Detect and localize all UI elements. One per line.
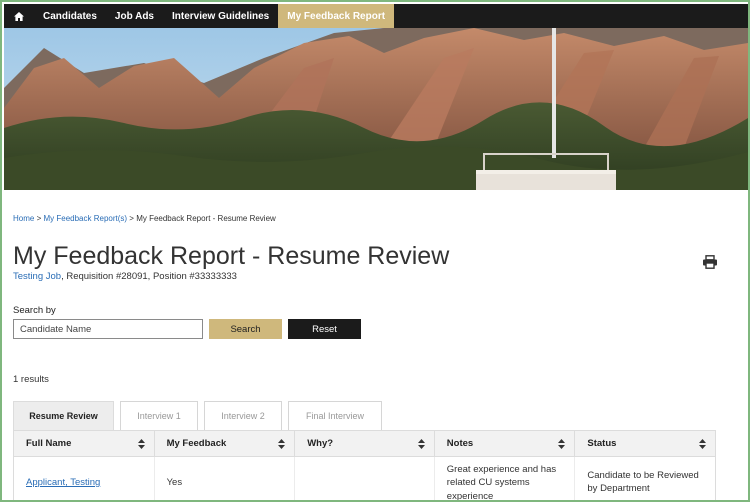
column-header-label: Status	[587, 438, 617, 449]
print-icon[interactable]	[702, 255, 718, 269]
browser-frame: Candidates Job Ads Interview Guidelines …	[0, 0, 750, 502]
sort-icon	[698, 438, 706, 449]
table-header: Full Name My Feedback Why? Notes Status	[14, 431, 715, 457]
cell-full-name: Applicant, Testing	[14, 457, 155, 500]
sort-icon	[137, 438, 145, 449]
cell-why	[295, 457, 435, 500]
column-header-label: Full Name	[26, 438, 72, 449]
home-icon	[14, 11, 24, 21]
sort-icon	[417, 438, 425, 449]
top-nav: Candidates Job Ads Interview Guidelines …	[4, 4, 748, 28]
column-header-notes[interactable]: Notes	[435, 431, 576, 456]
table-row: Applicant, Testing Yes Great experience …	[14, 457, 715, 500]
tab-interview-2[interactable]: Interview 2	[204, 401, 282, 430]
breadcrumb-current: My Feedback Report - Resume Review	[136, 214, 276, 223]
candidate-name-link[interactable]: Applicant, Testing	[26, 477, 100, 488]
search-label: Search by	[13, 305, 56, 316]
feedback-table: Full Name My Feedback Why? Notes Status	[13, 430, 716, 500]
breadcrumb: Home > My Feedback Report(s) > My Feedba…	[13, 214, 276, 223]
column-header-label: My Feedback	[166, 438, 227, 449]
breadcrumb-reports-link[interactable]: My Feedback Report(s)	[43, 214, 127, 223]
sort-icon	[278, 438, 286, 449]
cell-my-feedback: Yes	[155, 457, 296, 500]
column-header-my-feedback[interactable]: My Feedback	[155, 431, 296, 456]
breadcrumb-home-link[interactable]: Home	[13, 214, 34, 223]
tab-final-interview[interactable]: Final Interview	[288, 401, 382, 430]
column-header-why[interactable]: Why?	[295, 431, 435, 456]
column-header-label: Why?	[307, 438, 334, 449]
page-title: My Feedback Report - Resume Review	[13, 242, 450, 270]
nav-home[interactable]	[4, 4, 34, 28]
nav-interview-guidelines[interactable]: Interview Guidelines	[163, 4, 278, 28]
nav-my-feedback-report[interactable]: My Feedback Report	[278, 4, 395, 28]
nav-candidates[interactable]: Candidates	[34, 4, 106, 28]
job-details: , Requisition #28091, Position #33333333	[61, 271, 237, 282]
search-button[interactable]: Search	[209, 319, 282, 339]
review-tabs: Resume Review Interview 1 Interview 2 Fi…	[13, 401, 388, 430]
job-link[interactable]: Testing Job	[13, 271, 61, 282]
sort-icon	[558, 438, 566, 449]
candidate-search-input[interactable]	[13, 319, 203, 339]
cell-notes: Great experience and has related CU syst…	[435, 457, 576, 500]
job-subtitle: Testing Job, Requisition #28091, Positio…	[13, 271, 237, 282]
nav-job-ads[interactable]: Job Ads	[106, 4, 163, 28]
header-banner-image	[4, 28, 748, 190]
column-header-status[interactable]: Status	[575, 431, 715, 456]
breadcrumb-separator: >	[127, 214, 137, 223]
results-count: 1 results	[13, 374, 49, 385]
reset-button[interactable]: Reset	[288, 319, 361, 339]
column-header-full-name[interactable]: Full Name	[14, 431, 155, 456]
tab-resume-review[interactable]: Resume Review	[13, 401, 114, 430]
column-header-label: Notes	[446, 438, 474, 449]
tab-interview-1[interactable]: Interview 1	[120, 401, 198, 430]
cell-status: Candidate to be Reviewed by Department	[587, 470, 699, 495]
